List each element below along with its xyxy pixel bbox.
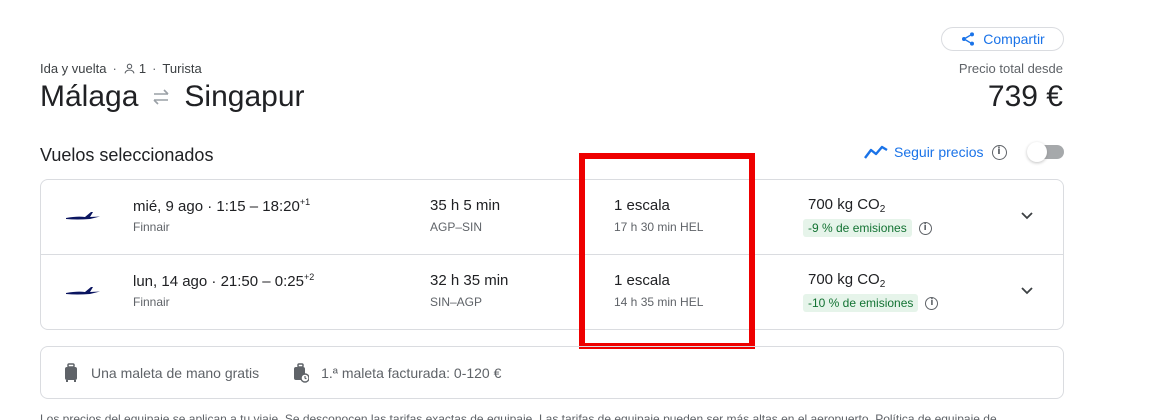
info-icon[interactable]: i (918, 221, 932, 235)
flight-layover: 17 h 30 min HEL (614, 220, 704, 234)
co2-value: 700 kg CO (808, 271, 880, 288)
airline-name: Finnair (133, 295, 170, 309)
flight-row-outbound[interactable]: mié, 9 ago · 1:15 – 18:20+1 Finnair 35 h… (41, 180, 1063, 255)
checked-bag-label: 1.ª maleta facturada: 0-120 € (321, 364, 502, 381)
chevron-down-icon[interactable] (1019, 283, 1035, 299)
flight-airports: AGP–SIN (430, 220, 483, 234)
emissions-info: -9 % de emisiones i (803, 219, 932, 237)
carry-on-label: Una maleta de mano gratis (91, 364, 260, 381)
flight-date: lun, 14 ago (133, 273, 208, 290)
day-offset: +2 (304, 272, 315, 282)
destination-city: Singapur (184, 80, 305, 113)
airline-name: Finnair (133, 220, 170, 234)
flight-stops: 1 escala (614, 272, 670, 289)
carry-on-item: Una maleta de mano gratis (63, 362, 260, 383)
finnair-logo (66, 212, 100, 220)
toggle-knob (1027, 142, 1047, 162)
track-prices-label: Seguir precios (894, 144, 984, 160)
co2-subscript: 2 (879, 279, 886, 290)
share-icon (962, 32, 975, 46)
passenger-number: 1 (138, 61, 147, 76)
selected-flights-card: mié, 9 ago · 1:15 – 18:20+1 Finnair 35 h… (40, 179, 1064, 330)
checked-bag-icon (294, 362, 310, 383)
person-icon (124, 63, 135, 74)
chevron-down-icon[interactable] (1019, 208, 1035, 224)
passenger-count: 1 (123, 61, 146, 76)
baggage-info: Una maleta de mano gratis 1.ª maleta fac… (40, 346, 1064, 399)
flight-duration: 32 h 35 min (430, 272, 509, 289)
info-icon[interactable]: i (925, 296, 939, 310)
swap-arrows-icon (150, 89, 172, 105)
checked-bag-item: 1.ª maleta facturada: 0-120 € (293, 362, 502, 383)
trip-meta: Ida y vuelta · 1 · Turista (40, 61, 202, 76)
trend-icon (864, 145, 888, 159)
co2-emissions: 700 kg CO2 (808, 196, 885, 215)
route-title: Málaga Singapur (40, 80, 305, 114)
co2-emissions: 700 kg CO2 (808, 271, 885, 290)
baggage-footnote: Los precios del equipaje se aplican a tu… (40, 412, 997, 420)
flight-time-range: 21:50 – 0:25 (220, 273, 304, 290)
flight-layover: 14 h 35 min HEL (614, 295, 704, 309)
share-button[interactable]: Compartir (941, 27, 1064, 51)
total-price: 739 € (987, 80, 1063, 113)
flight-airports: SIN–AGP (430, 295, 483, 309)
trip-type: Ida y vuelta (40, 61, 107, 76)
flight-stops: 1 escala (614, 197, 670, 214)
section-title: Vuelos seleccionados (40, 145, 214, 165)
emissions-badge: -10 % de emisiones (803, 294, 919, 312)
info-icon[interactable]: i (991, 144, 1007, 160)
flight-row-return[interactable]: lun, 14 ago · 21:50 – 0:25+2 Finnair 32 … (41, 255, 1063, 329)
track-prices-link[interactable]: Seguir precios i (864, 144, 1007, 160)
cabin-class: Turista (162, 61, 202, 76)
price-label: Precio total desde (958, 61, 1063, 76)
flight-times: mié, 9 ago · 1:15 – 18:20+1 (133, 197, 311, 215)
carry-on-bag-icon (65, 362, 77, 382)
share-label: Compartir (983, 31, 1045, 47)
flight-times: lun, 14 ago · 21:50 – 0:25+2 (133, 272, 315, 290)
track-prices-toggle[interactable] (1027, 142, 1064, 162)
emissions-info: -10 % de emisiones i (803, 294, 939, 312)
emissions-badge: -9 % de emisiones (803, 219, 912, 237)
finnair-logo (66, 287, 100, 295)
flight-duration: 35 h 5 min (430, 197, 501, 214)
flight-time-range: 1:15 – 18:20 (216, 198, 300, 215)
co2-subscript: 2 (879, 204, 886, 215)
co2-value: 700 kg CO (808, 196, 880, 213)
origin-city: Málaga (40, 80, 139, 113)
day-offset: +1 (299, 197, 311, 207)
flight-date: mié, 9 ago (133, 198, 204, 215)
